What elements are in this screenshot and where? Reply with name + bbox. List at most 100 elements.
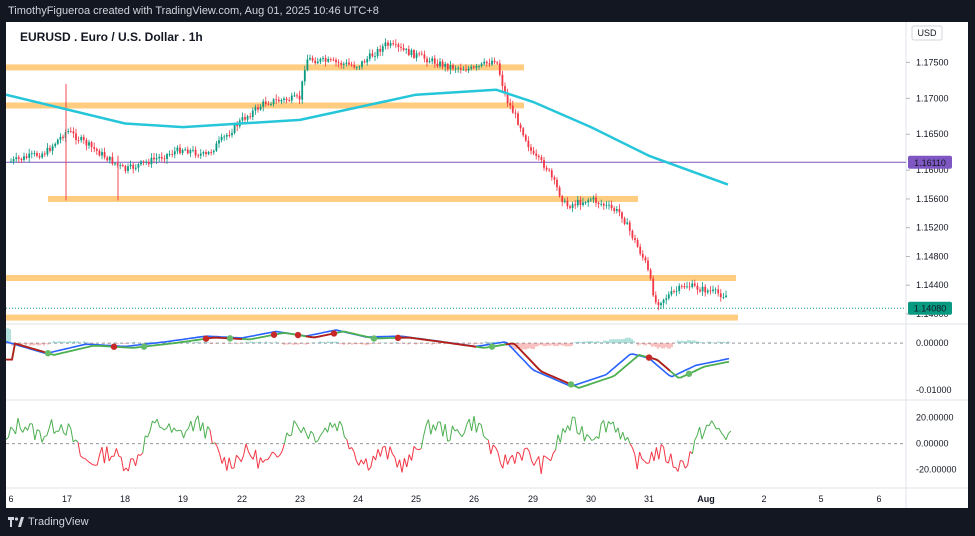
candle-body bbox=[288, 100, 291, 101]
candle-body bbox=[587, 200, 590, 203]
candle-body bbox=[293, 95, 296, 97]
momentum-segment bbox=[579, 425, 583, 435]
momentum-segment bbox=[526, 447, 530, 452]
momentum-segment bbox=[303, 426, 307, 434]
chart-svg[interactable]: EURUSD . Euro / U.S. Dollar . 1h USD 1.175… bbox=[6, 22, 968, 508]
momentum-segment bbox=[507, 457, 511, 465]
candle-body bbox=[493, 60, 496, 63]
candle-body bbox=[223, 136, 226, 138]
candle-body bbox=[517, 113, 519, 125]
y-tick-label: 1.17000 bbox=[916, 93, 949, 103]
momentum-segment bbox=[449, 425, 453, 441]
momentum-segment bbox=[684, 465, 688, 469]
candle-body bbox=[722, 296, 725, 298]
momentum-segment bbox=[528, 451, 533, 462]
candle-body bbox=[77, 140, 80, 141]
momentum-segment bbox=[240, 455, 245, 462]
x-tick-label: 31 bbox=[644, 494, 654, 504]
candle-body bbox=[358, 66, 361, 68]
tradingview-logo[interactable]: TradingView bbox=[8, 516, 89, 528]
candle-body bbox=[634, 238, 636, 241]
candle-body bbox=[270, 104, 272, 105]
candle-body bbox=[309, 57, 311, 60]
candle-body bbox=[332, 59, 335, 61]
candle-body bbox=[597, 202, 600, 204]
chart-canvas[interactable]: EURUSD . Euro / U.S. Dollar . 1h USD 1.175… bbox=[6, 22, 968, 508]
candle-body bbox=[179, 147, 181, 154]
momentum-segment bbox=[468, 418, 473, 432]
momentum-segment bbox=[711, 420, 715, 425]
candle-body bbox=[524, 135, 527, 141]
momentum-segment bbox=[60, 424, 65, 433]
candle-body bbox=[212, 150, 215, 153]
candle-body bbox=[550, 170, 553, 178]
candle-body bbox=[511, 105, 514, 113]
candle-body bbox=[426, 58, 428, 63]
momentum-segment bbox=[713, 424, 717, 430]
momentum-segment bbox=[300, 426, 305, 433]
osc-cross-dot bbox=[110, 343, 118, 350]
momentum-segment bbox=[572, 416, 575, 418]
momentum-segment bbox=[605, 421, 609, 433]
candle-body bbox=[719, 293, 722, 298]
momentum-segment bbox=[552, 449, 557, 454]
candle-body bbox=[641, 253, 644, 258]
candle-body bbox=[608, 204, 610, 206]
candle-body bbox=[28, 153, 31, 158]
candle-body bbox=[296, 95, 298, 97]
momentum-segment bbox=[406, 454, 410, 468]
momentum-segment bbox=[728, 430, 732, 434]
momentum-segment bbox=[92, 464, 95, 466]
momentum-segment bbox=[312, 433, 317, 443]
candle-body bbox=[379, 48, 382, 52]
candle-body bbox=[95, 148, 98, 151]
momentum-segment bbox=[204, 426, 209, 439]
momentum-segment bbox=[149, 420, 153, 432]
candle-body bbox=[480, 63, 483, 66]
candle-body bbox=[439, 61, 441, 67]
candle-body bbox=[584, 202, 587, 204]
candle-body bbox=[561, 196, 564, 202]
momentum-segment bbox=[257, 457, 261, 469]
momentum-segment bbox=[286, 432, 290, 437]
momentum-segment bbox=[418, 448, 422, 451]
momentum-segment bbox=[324, 427, 329, 433]
momentum-segment bbox=[283, 432, 288, 444]
momentum-segment bbox=[622, 431, 626, 441]
candle-body bbox=[69, 131, 72, 132]
momentum-segment bbox=[720, 432, 724, 436]
candle-body bbox=[10, 161, 12, 163]
candle-body bbox=[114, 163, 116, 165]
momentum-segment bbox=[22, 426, 26, 433]
candle-body bbox=[363, 61, 366, 63]
momentum-segment bbox=[703, 424, 708, 433]
candle-body bbox=[327, 58, 330, 62]
candle-body bbox=[714, 289, 717, 291]
candle-body bbox=[251, 110, 254, 117]
candle-body bbox=[384, 42, 387, 47]
x-tick-label: 26 bbox=[469, 494, 479, 504]
candle-body bbox=[693, 283, 696, 286]
momentum-segment bbox=[336, 420, 341, 432]
momentum-segment bbox=[365, 458, 369, 471]
candle-body bbox=[449, 65, 452, 70]
osc-cross-dot bbox=[394, 334, 402, 342]
momentum-segment bbox=[140, 452, 144, 456]
momentum-segment bbox=[423, 425, 427, 437]
candle-body bbox=[108, 156, 111, 161]
candle-body bbox=[267, 103, 270, 105]
candle-body bbox=[532, 150, 535, 154]
momentum-segment bbox=[96, 454, 101, 466]
momentum-segment bbox=[634, 454, 638, 470]
osc-cross-dot bbox=[140, 343, 148, 350]
momentum-segment bbox=[19, 428, 24, 433]
momentum-segment bbox=[555, 434, 559, 451]
candle-body bbox=[15, 157, 18, 160]
momentum-segment bbox=[487, 440, 492, 455]
momentum-segment bbox=[411, 446, 415, 461]
candle-body bbox=[680, 285, 683, 287]
chart-title: EURUSD . Euro / U.S. Dollar . 1h bbox=[20, 30, 203, 44]
momentum-segment bbox=[444, 424, 449, 442]
currency-label: USD bbox=[917, 28, 937, 38]
momentum-segment bbox=[171, 427, 175, 433]
